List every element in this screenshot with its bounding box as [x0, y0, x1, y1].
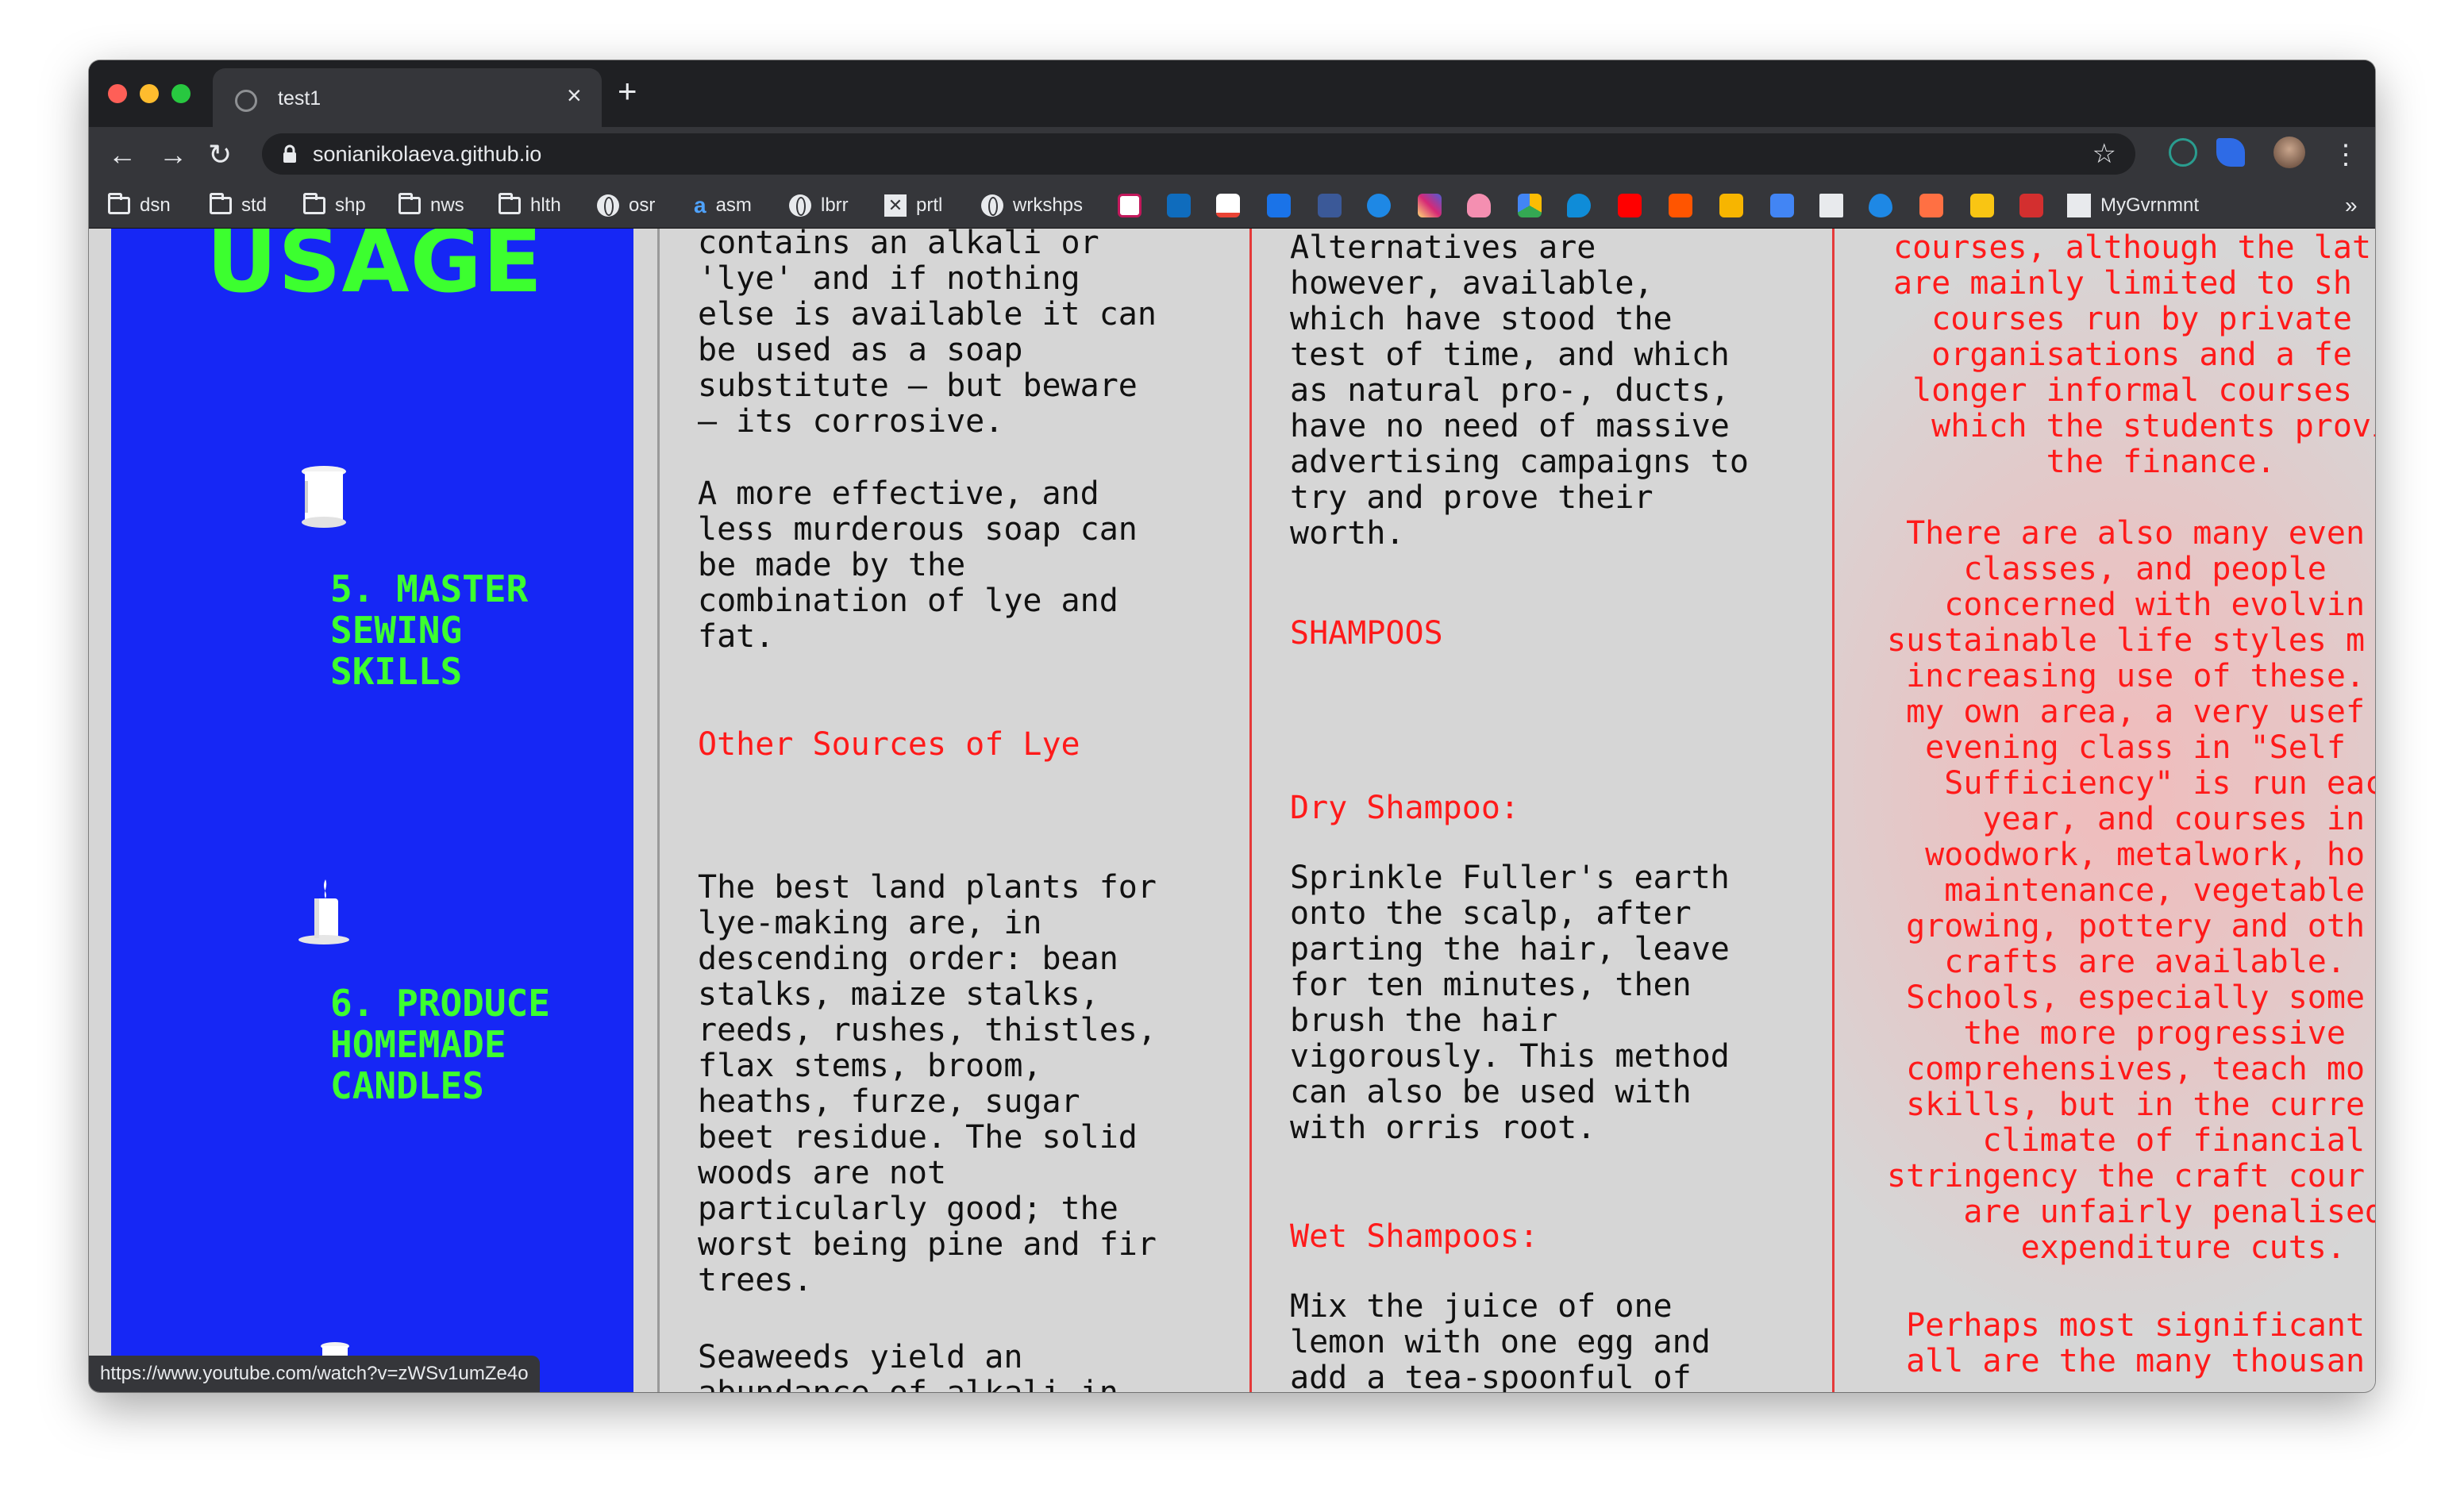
folder-icon	[499, 193, 521, 214]
soundcloud-icon[interactable]	[1669, 194, 1692, 217]
extension-icon[interactable]	[2169, 138, 2197, 167]
subheading: Dry Shampoo:	[1290, 790, 1519, 826]
calendar-icon[interactable]	[1919, 194, 1943, 217]
column-shampoos: Alternatives are however, available, whi…	[1252, 229, 1831, 1393]
edge-icon[interactable]	[1567, 194, 1591, 217]
facebook-icon[interactable]	[1318, 194, 1342, 217]
avatar[interactable]	[2273, 137, 2305, 168]
bookmark-prtl[interactable]: ✕ prtl	[884, 192, 942, 219]
globe-icon	[789, 194, 811, 217]
folder-icon	[398, 193, 421, 214]
more-menu-icon[interactable]: ⋮	[2332, 137, 2359, 173]
column-soap: contains an alkali or 'lye' and if nothi…	[660, 229, 1249, 1392]
url-text: sonianikolaeva.github.io	[313, 142, 542, 166]
tab-active[interactable]: test1 ×	[213, 68, 602, 127]
section-heading: SHAMPOOS	[1290, 615, 1443, 652]
gmail-icon[interactable]	[1216, 194, 1240, 217]
globe-icon	[981, 194, 1003, 217]
bookmark-asm[interactable]: a asm	[694, 192, 752, 219]
instagram-icon[interactable]	[1418, 194, 1442, 217]
subheading: Wet Shampoos:	[1290, 1218, 1539, 1255]
close-tab-icon[interactable]: ×	[567, 83, 582, 108]
paragraph: The best land plants for lye-making are,…	[698, 869, 1157, 1298]
page-margin	[89, 229, 111, 1392]
bookmark-shp[interactable]: shp	[303, 192, 366, 219]
bookmark-hlth[interactable]: hlth	[499, 192, 561, 219]
browser-window: test1 × + ← → ↻ sonianikolaeva.github.io…	[89, 60, 2375, 1392]
back-icon[interactable]: ←	[108, 137, 137, 173]
docs-icon[interactable]	[1819, 194, 1843, 217]
a-icon: a	[694, 193, 706, 217]
dn-icon[interactable]	[2019, 194, 2043, 217]
paragraph: Mix the juice of one lemon with one egg …	[1290, 1288, 1711, 1393]
paragraph: contains an alkali or 'lye' and if nothi…	[698, 229, 1157, 440]
tab-title: test1	[278, 87, 321, 110]
draw-icon[interactable]	[1118, 194, 1142, 217]
lock-icon	[283, 144, 296, 163]
sidebar-item-sewing[interactable]: 5. MASTER SEWING SKILLS	[330, 568, 528, 692]
bookmark-dsn[interactable]: dsn	[108, 192, 171, 219]
globe-icon	[235, 90, 257, 112]
new-tab-button[interactable]: +	[618, 75, 637, 108]
drive-icon[interactable]	[1518, 194, 1542, 217]
forward-icon[interactable]: →	[159, 137, 187, 173]
x-icon: ✕	[884, 194, 907, 217]
address-bar[interactable]: sonianikolaeva.github.io ☆	[262, 133, 2135, 175]
bookmark-osr[interactable]: osr	[597, 192, 655, 219]
trello-icon[interactable]	[1970, 194, 1994, 217]
candle-icon[interactable]	[297, 878, 352, 944]
page-title: USAGE	[206, 229, 544, 312]
bookmark-star-icon[interactable]: ☆	[2092, 138, 2116, 170]
sidebar-item-candles[interactable]: 6. PRODUCE HOMEMADE CANDLES	[330, 983, 550, 1106]
tab-strip: test1 × +	[89, 60, 2375, 127]
close-window-button[interactable]	[108, 84, 127, 103]
browser-toolbar: ← → ↻ sonianikolaeva.github.io ☆ ⋮	[89, 127, 2375, 183]
translate-icon[interactable]	[1770, 194, 1794, 217]
column-education: courses, although the lat are mainly lim…	[1835, 229, 2375, 1392]
bookmark-mygvrnmnt[interactable]: MyGvrnmnt	[2067, 192, 2199, 219]
paragraph: courses, although the lat are mainly lim…	[1893, 229, 2375, 480]
reload-icon[interactable]: ↻	[208, 137, 232, 173]
paragraph: Seaweeds yield an abundance of alkali in	[698, 1339, 1118, 1393]
cloud-icon[interactable]	[1467, 194, 1491, 217]
paragraph: Alternatives are however, available, whi…	[1290, 229, 1749, 552]
stack-icon[interactable]	[1719, 194, 1743, 217]
drop-icon[interactable]	[1869, 194, 1892, 217]
paragraph: Perhaps most significant all are the man…	[1906, 1307, 2366, 1379]
extension-feather-icon[interactable]	[2216, 138, 2245, 167]
sidebar: USAGE 5. MASTER SEWING SKILLS 6. PRODUCE…	[111, 229, 633, 1392]
status-bar-url: https://www.youtube.com/watch?v=zWSv1umZ…	[89, 1356, 540, 1392]
outlook-icon[interactable]	[1167, 194, 1191, 217]
youtube-icon[interactable]	[1618, 194, 1642, 217]
paragraph: A more effective, and less murderous soa…	[698, 475, 1138, 655]
bookmark-std[interactable]: std	[210, 192, 267, 219]
folder-icon	[303, 193, 325, 214]
zoom-window-button[interactable]	[171, 84, 191, 103]
bookmark-lbrr[interactable]: lbrr	[789, 192, 849, 219]
messenger-icon[interactable]	[1367, 194, 1391, 217]
folder-icon	[108, 193, 130, 214]
bookmark-wrkshps[interactable]: wrkshps	[981, 192, 1083, 219]
globe-icon	[597, 194, 619, 217]
web-page: USAGE 5. MASTER SEWING SKILLS 6. PRODUCE…	[89, 229, 2375, 1392]
mail-icon[interactable]	[1267, 194, 1291, 217]
bookmarks-bar: dsn std shp nws hlth osr a asm lbrr ✕ prtl…	[89, 183, 2375, 229]
more-bookmarks-icon[interactable]: »	[2345, 192, 2358, 219]
folder-icon	[210, 193, 232, 214]
paragraph: Sprinkle Fuller's earth onto the scalp, …	[1290, 860, 1730, 1146]
minimize-window-button[interactable]	[140, 84, 159, 103]
paragraph: There are also many even classes, and pe…	[1887, 515, 2375, 1266]
chart-icon	[2067, 194, 2091, 217]
section-heading: Other Sources of Lye	[698, 726, 1080, 763]
bookmark-nws[interactable]: nws	[398, 192, 464, 219]
thread-spool-icon[interactable]	[300, 465, 348, 529]
